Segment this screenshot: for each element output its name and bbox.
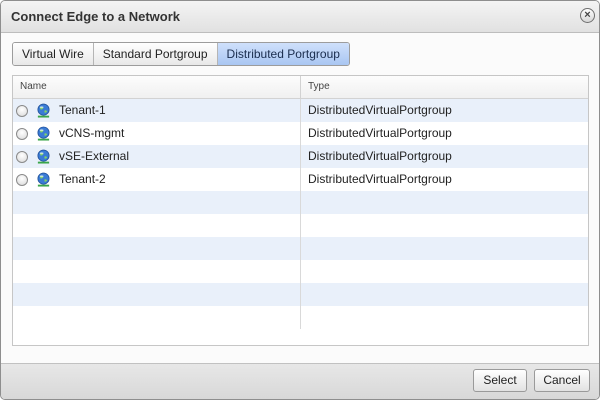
row-radio-button[interactable]	[16, 127, 28, 140]
row-radio-button[interactable]	[16, 173, 28, 186]
cell-name	[13, 191, 301, 214]
cell-name: vSE-External	[13, 145, 301, 168]
table-row[interactable]: vSE-External DistributedVirtualPortgroup	[13, 145, 588, 168]
cell-type	[301, 283, 588, 306]
empty-row	[13, 283, 588, 306]
cell-name	[13, 260, 301, 283]
table-row[interactable]: Tenant-2 DistributedVirtualPortgroup	[13, 168, 588, 191]
cell-name: Tenant-2	[13, 168, 301, 191]
cell-name	[13, 214, 301, 237]
row-name-label: Tenant-1	[59, 103, 106, 117]
empty-row	[13, 237, 588, 260]
row-name-label: vCNS-mgmt	[59, 126, 125, 140]
close-icon[interactable]: ×	[580, 8, 595, 23]
row-radio-button[interactable]	[16, 104, 28, 117]
cell-name	[13, 306, 301, 329]
row-radio-button[interactable]	[16, 150, 28, 163]
network-globe-icon	[36, 126, 51, 141]
cell-type: DistributedVirtualPortgroup	[308, 149, 452, 163]
tab-standard-portgroup[interactable]: Standard Portgroup	[93, 43, 218, 65]
cell-name	[13, 283, 301, 306]
empty-row	[13, 260, 588, 283]
cell-name: Tenant-1	[13, 99, 301, 122]
dialog-titlebar: Connect Edge to a Network ×	[1, 1, 599, 33]
cell-type	[301, 306, 588, 329]
cell-type	[301, 237, 588, 260]
grid-header: Name Type	[13, 76, 588, 99]
cancel-button[interactable]: Cancel	[534, 369, 590, 392]
network-grid: Name Type Tenant-1 DistributedVirtualPort…	[12, 75, 589, 346]
row-name-label: Tenant-2	[59, 172, 106, 186]
cell-name	[13, 237, 301, 260]
network-globe-icon	[36, 172, 51, 187]
cell-type: DistributedVirtualPortgroup	[308, 126, 452, 140]
tab-virtual-wire[interactable]: Virtual Wire	[13, 43, 94, 65]
cell-type: DistributedVirtualPortgroup	[308, 172, 452, 186]
empty-row	[13, 306, 588, 329]
cell-name: vCNS-mgmt	[13, 122, 301, 145]
cell-type	[301, 260, 588, 283]
tab-distributed-portgroup[interactable]: Distributed Portgroup	[217, 43, 349, 65]
empty-row	[13, 191, 588, 214]
grid-body: Tenant-1 DistributedVirtualPortgroup vCNS-…	[13, 99, 588, 329]
network-globe-icon	[36, 149, 51, 164]
column-header-type[interactable]: Type	[301, 76, 588, 98]
table-row[interactable]: Tenant-1 DistributedVirtualPortgroup	[13, 99, 588, 122]
dialog-footer: Select Cancel	[1, 363, 599, 399]
cell-type	[301, 191, 588, 214]
select-button[interactable]: Select	[473, 369, 527, 392]
cell-type	[301, 214, 588, 237]
cell-type: DistributedVirtualPortgroup	[308, 103, 452, 117]
portgroup-tabs: Virtual Wire Standard Portgroup Distribu…	[12, 42, 350, 66]
column-header-name[interactable]: Name	[13, 76, 301, 98]
network-globe-icon	[36, 103, 51, 118]
row-name-label: vSE-External	[59, 149, 130, 163]
dialog-title: Connect Edge to a Network	[11, 9, 181, 24]
connect-network-dialog: Connect Edge to a Network × Virtual Wire…	[0, 0, 600, 400]
empty-row	[13, 214, 588, 237]
table-row[interactable]: vCNS-mgmt DistributedVirtualPortgroup	[13, 122, 588, 145]
